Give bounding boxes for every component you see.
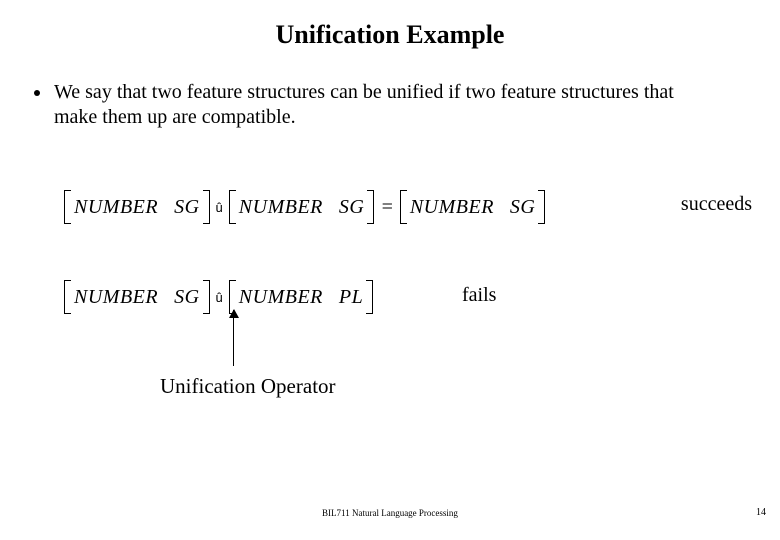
feature-structure: NUMBER PL [233,282,369,312]
bullet-text: We say that two feature structures can b… [54,80,694,130]
unify-operator-icon: û [214,200,225,215]
fs-val: SG [339,196,364,219]
fs-val: SG [510,196,535,219]
footer-text: BIL711 Natural Language Processing [0,508,780,518]
fs-attr: NUMBER [239,196,323,219]
equals-sign: = [378,196,396,219]
operator-caption: Unification Operator [160,374,336,399]
slide: Unification Example We say that two feat… [0,0,780,540]
fs-val: SG [174,286,199,309]
equation-row-1: NUMBER SG û NUMBER SG = NUMBER SG [68,192,541,222]
page-number: 14 [756,507,766,518]
feature-structure: NUMBER SG [68,192,206,222]
feature-structure: NUMBER SG [68,282,206,312]
fs-attr: NUMBER [410,196,494,219]
fs-attr: NUMBER [239,286,323,309]
bullet-item: We say that two feature structures can b… [34,80,750,130]
arrow-icon [231,310,233,366]
fs-attr: NUMBER [74,286,158,309]
fs-val: SG [174,196,199,219]
feature-structure: NUMBER SG [233,192,371,222]
slide-title: Unification Example [30,20,750,50]
bullet-dot-icon [34,90,40,96]
feature-structure: NUMBER SG [404,192,542,222]
result-label-fails: fails [462,284,496,307]
result-label-succeeds: succeeds [681,193,752,216]
unify-operator-icon: û [214,290,225,305]
equation-row-2: NUMBER SG û NUMBER PL [68,282,369,312]
fs-attr: NUMBER [74,196,158,219]
fs-val: PL [339,286,363,309]
